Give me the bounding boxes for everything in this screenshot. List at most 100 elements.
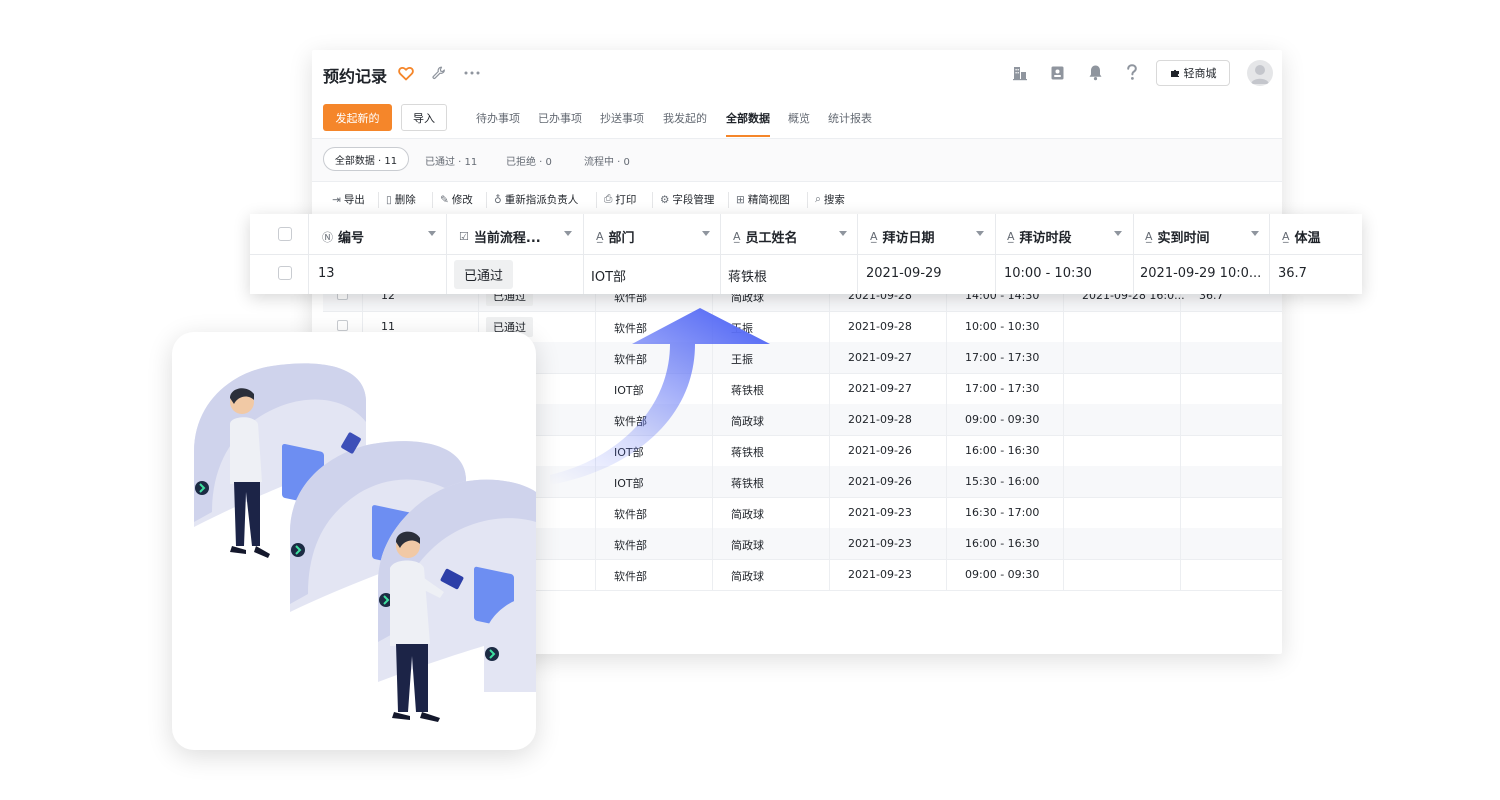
cell-name: 简政球 [731, 570, 764, 583]
compact-view-button[interactable]: ⊞ 精简视图 [736, 192, 790, 207]
divider [829, 404, 830, 435]
chevron-down-icon[interactable] [564, 231, 572, 236]
cell-dept: 软件部 [614, 539, 647, 552]
column-header-dept[interactable]: A̲ 部门 [596, 227, 635, 246]
divider [1180, 311, 1181, 342]
cell-date: 2021-09-29 [866, 266, 942, 281]
filter-rejected[interactable]: 已拒绝 · 0 [506, 153, 552, 168]
cell-date: 2021-09-26 [848, 475, 912, 488]
tab-reports[interactable]: 统计报表 [828, 110, 872, 126]
chevron-down-icon[interactable] [839, 231, 847, 236]
divider [1063, 497, 1064, 528]
cell-slot: 10:00 - 10:30 [1004, 266, 1092, 281]
tab-todo[interactable]: 待办事项 [476, 110, 520, 126]
ellipsis-icon[interactable] [464, 71, 480, 75]
cell-slot: 09:00 - 09:30 [965, 568, 1040, 581]
chevron-down-icon[interactable] [702, 231, 710, 236]
import-button[interactable]: 导入 [401, 104, 447, 131]
reassign-button[interactable]: ♁ 重新指派负责人 [494, 192, 578, 207]
search-button[interactable]: ⌕ 搜索 [815, 192, 845, 207]
column-header-arrival[interactable]: A̲ 实到时间 [1145, 227, 1210, 246]
tab-initiated[interactable]: 我发起的 [663, 110, 707, 126]
divider [829, 311, 830, 342]
action-toolbar: ⇥ 导出 ▯ 删除 ✎ 修改 ♁ 重新指派负责人 ⎙ 打印 ⚙ 字段管理 ⊞ 精简视图 ⌕ 搜索 [312, 182, 1282, 216]
divider [1180, 404, 1181, 435]
cell-name: 蒋铁根 [728, 270, 768, 285]
divider [946, 559, 947, 590]
divider [596, 192, 597, 208]
print-button[interactable]: ⎙ 打印 [604, 192, 636, 207]
cell-date: 2021-09-23 [848, 506, 912, 519]
chevron-down-icon[interactable] [1251, 231, 1259, 236]
delete-button[interactable]: ▯ 删除 [386, 192, 416, 207]
tab-done[interactable]: 已办事项 [538, 110, 582, 126]
tabs-bar: 发起新的 导入 待办事项 已办事项 抄送事项 我发起的 全部数据 概览 统计报表 [312, 98, 1282, 139]
column-header-temp[interactable]: A̲ 体温 [1282, 227, 1321, 246]
cell-slot: 17:00 - 17:30 [965, 382, 1040, 395]
cell-slot: 10:00 - 10:30 [965, 320, 1040, 333]
mall-button-label: 轻商城 [1183, 67, 1217, 80]
chevron-down-icon[interactable] [976, 231, 984, 236]
column-header-label: 当前流程... [473, 231, 541, 246]
divider [1063, 373, 1064, 404]
column-header-slot[interactable]: A̲ 拜访时段 [1007, 227, 1072, 246]
column-header-status[interactable]: ☑ 当前流程... [459, 227, 541, 246]
table-header: Ⓝ 编号 ☑ 当前流程... A̲ 部门 A̲ 员工姓名 A̲ 拜访日期 A̲ 拜访时段 A… [250, 214, 1362, 294]
search-label: 搜索 [823, 194, 845, 206]
table-row[interactable]: 13 已通过 IOT部 蒋铁根 2021-09-29 10:00 - 10:30… [250, 254, 1362, 294]
reassign-label: 重新指派负责人 [504, 194, 579, 206]
export-button[interactable]: ⇥ 导出 [332, 192, 365, 207]
column-header-name[interactable]: A̲ 员工姓名 [733, 227, 798, 246]
divider [712, 497, 713, 528]
column-header-id[interactable]: Ⓝ 编号 [322, 227, 364, 247]
column-header-date[interactable]: A̲ 拜访日期 [870, 227, 935, 246]
divider [946, 466, 947, 497]
divider [829, 342, 830, 373]
cell-arrival: 2021-09-29 10:0... [1140, 266, 1262, 281]
cell-date: 2021-09-28 [848, 320, 912, 333]
question-icon[interactable] [1126, 64, 1138, 81]
filter-approved[interactable]: 已通过 · 11 [425, 153, 477, 168]
text-field-icon: A̲ [1145, 230, 1153, 243]
row-checkbox[interactable] [278, 266, 292, 280]
column-header-label: 拜访日期 [882, 231, 935, 246]
divider [712, 528, 713, 559]
contacts-icon[interactable] [1050, 65, 1065, 81]
divider [946, 342, 947, 373]
cell-dept: IOT部 [591, 270, 627, 285]
grid-icon: ⊞ [736, 193, 745, 206]
chevron-down-icon[interactable] [1114, 231, 1122, 236]
divider [1063, 342, 1064, 373]
divider [946, 404, 947, 435]
new-request-button[interactable]: 发起新的 [323, 104, 392, 131]
wrench-icon[interactable] [432, 66, 446, 80]
field-manage-button[interactable]: ⚙ 字段管理 [660, 192, 714, 207]
tab-all-data[interactable]: 全部数据 [726, 110, 770, 126]
export-label: 导出 [343, 194, 365, 206]
edit-button[interactable]: ✎ 修改 [440, 192, 473, 207]
filter-all[interactable]: 全部数据 · 11 [323, 147, 409, 171]
cell-slot: 17:00 - 17:30 [965, 351, 1040, 364]
divider [829, 559, 830, 590]
chevron-down-icon[interactable] [428, 231, 436, 236]
bell-icon[interactable] [1088, 64, 1103, 81]
divider [595, 528, 596, 559]
cell-name: 简政球 [731, 539, 764, 552]
text-field-icon: A̲ [1282, 230, 1290, 243]
select-all-checkbox[interactable] [278, 227, 292, 241]
divider [378, 192, 379, 208]
column-header-label: 拜访时段 [1019, 231, 1072, 246]
building-icon[interactable] [1012, 65, 1028, 81]
filter-bar: 全部数据 · 11 已通过 · 11 已拒绝 · 0 流程中 · 0 [312, 139, 1282, 182]
avatar-icon[interactable] [1247, 60, 1273, 86]
divider [1063, 559, 1064, 590]
edit-label: 修改 [451, 194, 473, 206]
field-manage-label: 字段管理 [672, 194, 715, 206]
divider [1180, 559, 1181, 590]
heart-icon[interactable] [398, 66, 414, 81]
tab-cc[interactable]: 抄送事项 [600, 110, 644, 126]
row-checkbox[interactable] [337, 320, 348, 331]
mall-button[interactable]: 轻商城 [1156, 60, 1230, 86]
filter-in-progress[interactable]: 流程中 · 0 [584, 153, 630, 168]
tab-overview[interactable]: 概览 [788, 110, 810, 126]
